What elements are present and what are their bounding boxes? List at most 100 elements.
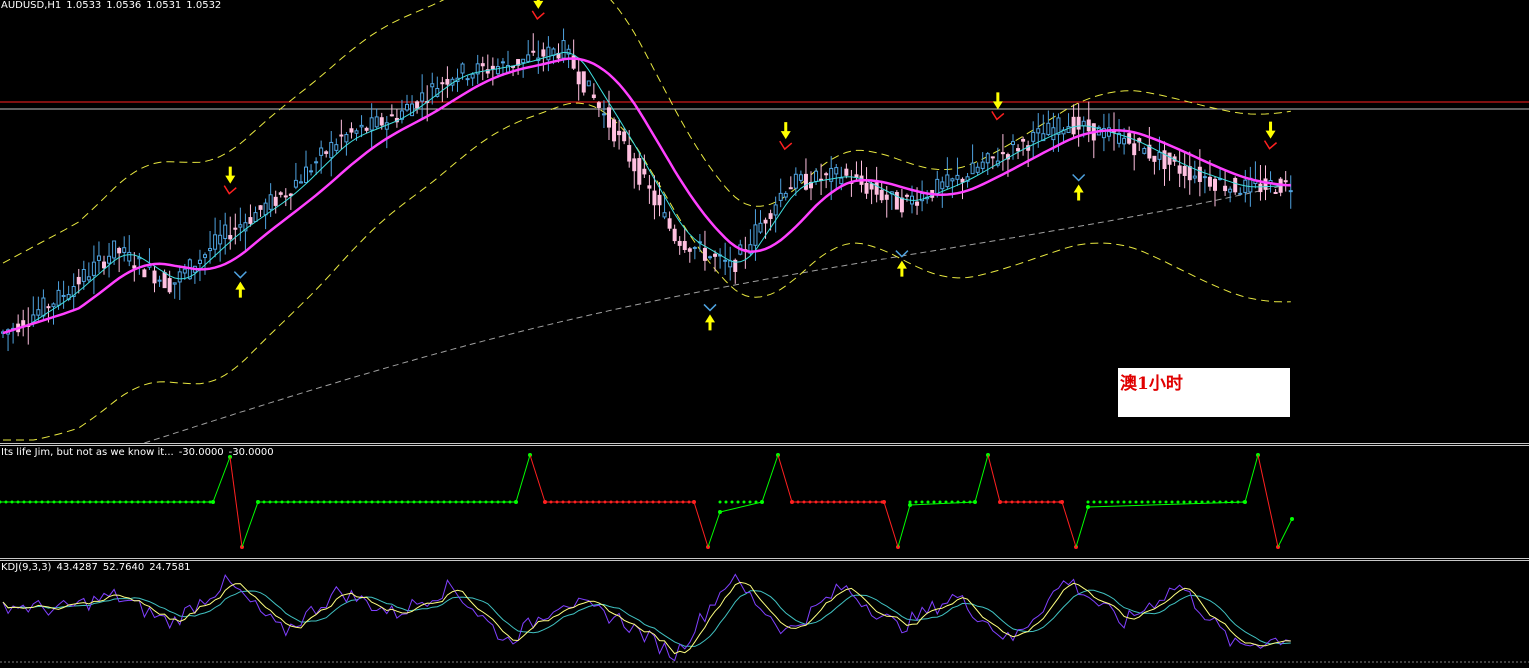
candle-body [768,213,773,219]
candle-body [465,78,470,81]
pane-separator[interactable] [0,558,1529,561]
candle-body [379,117,384,126]
candle-body [56,289,61,306]
candle-body [107,255,112,264]
signal-dot [88,500,92,504]
kdj-d-line [2,581,1291,655]
candle-body [596,102,601,108]
candle-body [723,259,728,262]
candle-body [672,228,677,242]
signal-dot [286,500,290,504]
signal-dot [322,500,326,504]
candle-body [102,261,106,269]
candle-body [1207,176,1212,187]
slow-ma-line [2,57,1291,335]
candle-body [955,174,960,180]
signal-step-line [1257,454,1279,548]
signal-dot [874,500,878,504]
candle-body [288,193,293,197]
signal-dot [382,500,386,504]
signal-dot [292,500,296,504]
kdj-indicator-canvas[interactable] [0,562,1529,668]
signal-dot [1140,500,1144,504]
price-chart-pane[interactable]: AUDUSD,H1 1.0533 1.0536 1.0531 1.0532 澳1小时 [0,0,1529,443]
candle-body [374,116,379,128]
signal-dot [274,500,278,504]
signal-dot [184,500,188,504]
kdj-j-value: 24.7581 [149,562,191,573]
signal-dot [268,500,272,504]
candle-body [586,80,591,87]
signal-dot [627,500,631,504]
candle-body [960,178,965,183]
indicator2-header: KDJ(9,3,3) 43.4287 52.7640 24.7581 [1,562,196,574]
candle-body [304,166,308,184]
candle-body [172,282,177,285]
candle-body [248,217,253,224]
candle-body [1152,155,1157,162]
signal-dot [1104,500,1108,504]
candle-body [213,234,218,250]
candle-body [238,224,243,228]
candle-body [359,124,364,128]
signal-step-line [1277,518,1293,548]
signal-dot [591,500,595,504]
signal-dot [328,500,332,504]
candle-body [915,201,920,206]
signal-step-line [693,501,709,548]
signal-step-line [883,501,899,548]
kdj-indicator-pane[interactable]: KDJ(9,3,3) 43.4287 52.7640 24.7581 [0,562,1529,668]
signal-dot [832,500,836,504]
signal-dot [1134,500,1138,504]
candle-body [324,151,329,154]
candle-body [617,130,622,136]
signal-dot [196,500,200,504]
candle-body [197,259,202,264]
signal-dot [94,500,98,504]
signal-step-line [212,456,231,503]
candle-body [293,179,298,188]
signal-dot [412,500,416,504]
signal-dot [172,500,176,504]
candle-body [702,247,707,261]
signal-dot [1022,500,1026,504]
candle-body [142,269,147,278]
signal-dot [190,500,194,504]
signal-dot [418,500,422,504]
signal-dot [0,500,2,504]
signal-dot [597,500,601,504]
candle-body [152,270,157,284]
candle-body [1071,116,1076,135]
candle-body [541,49,546,57]
candle-body [1167,152,1172,165]
signal-indicator-pane[interactable]: Its life Jim, but not as we know it... -3… [0,447,1529,558]
candle-body [904,194,909,197]
candle-body [1031,131,1036,142]
signal-dot [16,500,20,504]
signal-step-line [529,454,546,503]
price-chart-canvas[interactable] [0,0,1529,443]
pane-separator[interactable] [0,443,1529,446]
signal-dot [639,500,643,504]
signal-dot [4,500,8,504]
candle-body [798,174,803,181]
indicator1-header: Its life Jim, but not as we know it... -3… [1,447,279,459]
signal-dot [442,500,446,504]
candle-body [369,117,374,131]
signal-dot [334,500,338,504]
signal-dot [34,500,38,504]
indicator1-name: Its life Jim, but not as we know it... [1,447,174,458]
signal-indicator-canvas[interactable] [0,447,1529,558]
candle-body [117,247,122,254]
signal-dot [388,500,392,504]
signal-dot [1052,500,1056,504]
candle-body [622,131,627,142]
candle-body [546,46,551,61]
signal-dot [730,500,734,504]
sell-arrow-icon [533,0,544,9]
symbol-timeframe: AUDUSD,H1 [1,0,62,11]
signal-dot [944,500,948,504]
candle-body [1202,176,1207,179]
candle-body [814,170,819,182]
candle-body [692,246,697,249]
